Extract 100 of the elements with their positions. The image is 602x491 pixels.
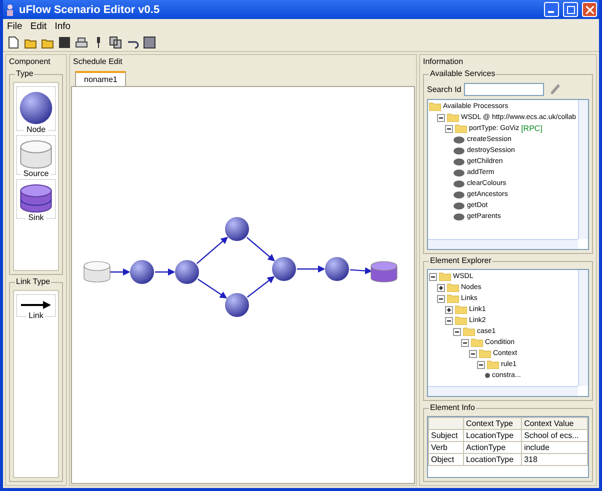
- folder-icon: [455, 316, 467, 325]
- node[interactable]: [225, 217, 249, 241]
- collapse-icon[interactable]: [461, 338, 469, 346]
- group-title: Element Info: [429, 403, 476, 412]
- collapse-icon[interactable]: [445, 124, 453, 132]
- folder-icon: [455, 124, 467, 133]
- panel-title: Component: [8, 56, 52, 68]
- collapse-icon[interactable]: [445, 316, 453, 324]
- table-cell: ActionType: [463, 442, 522, 454]
- panel-title: Information: [422, 56, 464, 68]
- disc-icon: [453, 168, 465, 176]
- palette-label: Source: [21, 168, 51, 178]
- group-title: Element Explorer: [429, 256, 492, 265]
- folder-icon: [447, 294, 459, 303]
- close-icon: [586, 6, 594, 14]
- maximize-button[interactable]: [563, 2, 578, 17]
- arrow-icon: [21, 298, 51, 310]
- table-cell: School of ecs...: [522, 430, 588, 442]
- search-label: Search Id: [427, 84, 462, 94]
- minimize-button[interactable]: [544, 2, 559, 17]
- copy-icon[interactable]: [109, 36, 122, 49]
- disc-icon: [453, 212, 465, 220]
- tab[interactable]: noname1: [75, 71, 126, 86]
- node[interactable]: [130, 260, 154, 284]
- palette-item[interactable]: Node: [16, 86, 56, 131]
- cylinder-icon: [19, 140, 53, 169]
- horizontal-scrollbar[interactable]: [428, 239, 578, 249]
- table-cell: Subject: [428, 430, 464, 442]
- printer-icon[interactable]: [75, 36, 88, 49]
- tree-item-tag: [RPC]: [521, 124, 542, 133]
- expand-icon[interactable]: [445, 306, 453, 314]
- node[interactable]: [325, 257, 349, 281]
- link-arrow[interactable]: [246, 236, 276, 262]
- sphere-icon: [19, 91, 53, 125]
- node[interactable]: [225, 293, 249, 317]
- panel-title: Schedule Edit: [72, 56, 124, 68]
- table-cell: Verb: [428, 442, 464, 454]
- app-icon: [5, 4, 15, 16]
- disc-icon: [453, 190, 465, 198]
- disc-icon: [453, 202, 465, 210]
- group-title: Type: [15, 69, 34, 78]
- bullet-icon: [485, 373, 490, 378]
- source-node[interactable]: [84, 261, 110, 282]
- table-cell: include: [522, 442, 588, 454]
- vertical-scrollbar[interactable]: [578, 100, 588, 239]
- node[interactable]: [272, 257, 296, 281]
- folder-icon: [471, 338, 483, 347]
- folder-icon: [429, 102, 441, 111]
- menu-item[interactable]: Info: [54, 21, 71, 32]
- close-button[interactable]: [582, 2, 597, 17]
- horizontal-scrollbar[interactable]: [428, 386, 578, 396]
- folder-icon: [463, 327, 475, 336]
- palette-item[interactable]: Sink: [16, 178, 56, 219]
- link-arrow[interactable]: [246, 276, 275, 298]
- node[interactable]: [175, 260, 199, 284]
- collapse-icon[interactable]: [477, 360, 485, 368]
- disc-icon: [453, 158, 465, 166]
- folder-icon: [447, 113, 459, 122]
- pencil-icon: [549, 82, 562, 94]
- disc-icon: [453, 146, 465, 154]
- collapse-icon[interactable]: [437, 114, 445, 122]
- link-arrow[interactable]: [196, 236, 228, 264]
- palette-item[interactable]: Source: [16, 135, 56, 175]
- folder-icon: [455, 305, 467, 314]
- group-title: Available Services: [429, 69, 496, 78]
- folder-icon: [479, 349, 491, 358]
- window-title: uFlow Scenario Editor v0.5: [19, 4, 161, 16]
- maximize-icon: [566, 6, 574, 14]
- page-icon[interactable]: [7, 36, 20, 49]
- collapse-icon[interactable]: [453, 328, 461, 336]
- disc-icon: [453, 136, 465, 144]
- collapse-icon[interactable]: [429, 272, 437, 280]
- table-cell: 318: [522, 454, 588, 466]
- column-header[interactable]: Context Type: [463, 418, 522, 430]
- vertical-scrollbar[interactable]: [578, 270, 588, 386]
- collapse-icon[interactable]: [437, 294, 445, 302]
- column-header[interactable]: Context Value: [522, 418, 588, 430]
- collapse-icon[interactable]: [469, 350, 477, 358]
- search-field[interactable]: [464, 82, 544, 96]
- link-arrow[interactable]: [297, 265, 326, 273]
- palette-label: Node: [24, 125, 48, 134]
- menu-item[interactable]: File: [7, 21, 22, 32]
- table-cell: LocationType: [463, 430, 522, 442]
- link-arrow[interactable]: [110, 268, 130, 276]
- table-cell: LocationType: [463, 454, 522, 466]
- link-arrow[interactable]: [198, 278, 228, 298]
- link-arrow[interactable]: [350, 267, 372, 274]
- folder-icon: [487, 360, 499, 369]
- folder-icon: [439, 272, 451, 281]
- menu-item[interactable]: Edit: [30, 21, 47, 32]
- table-cell: Object: [428, 454, 464, 466]
- sink-node[interactable]: [370, 261, 398, 282]
- palette-label: Link: [26, 310, 46, 320]
- folder-icon: [447, 283, 459, 292]
- disc-icon: [453, 180, 465, 188]
- link-arrow[interactable]: [155, 268, 176, 276]
- database-icon: [19, 184, 53, 213]
- palette-label: Sink: [26, 212, 46, 222]
- group-title: Link Type: [15, 276, 52, 286]
- expand-icon[interactable]: [437, 284, 445, 292]
